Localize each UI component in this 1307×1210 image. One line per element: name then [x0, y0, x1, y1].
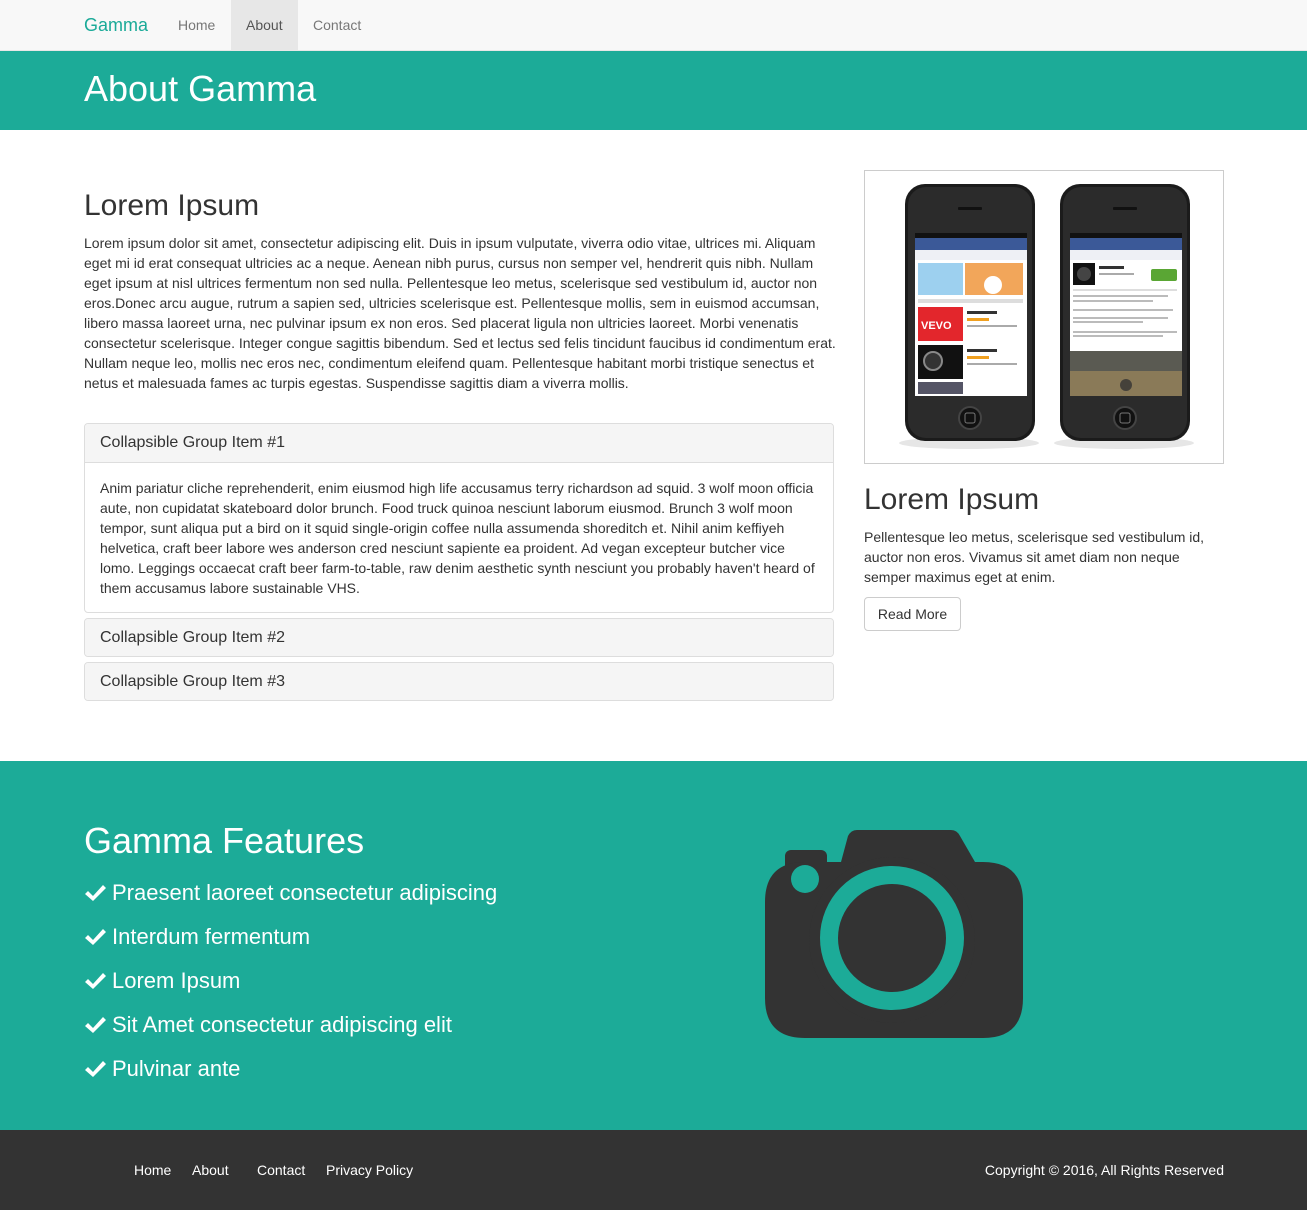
- feature-label: Interdum fermentum: [112, 924, 311, 949]
- main-title: Lorem Ipsum: [84, 189, 260, 222]
- copyright-text: Copyright © 2016, All Rights Reserved: [984, 1162, 1224, 1178]
- footer-link-contact[interactable]: Contact: [257, 1162, 305, 1178]
- feature-item: Lorem Ipsum: [84, 959, 497, 1003]
- feature-label: Lorem Ipsum: [112, 968, 241, 993]
- features-list: Praesent laoreet consectetur adipiscing …: [84, 871, 497, 1091]
- accordion-heading-2[interactable]: Collapsible Group Item #2: [85, 619, 833, 656]
- footer-link-home[interactable]: Home: [134, 1162, 171, 1178]
- read-more-button[interactable]: Read More: [864, 597, 961, 631]
- footer: Home About Contact Privacy Policy Copyri…: [0, 1130, 1307, 1210]
- phones-image: VEVO: [864, 170, 1224, 464]
- feature-item: Interdum fermentum: [84, 915, 497, 959]
- camera-icon: [765, 830, 1023, 1038]
- features-section: Gamma Features Praesent laoreet consecte…: [0, 761, 1307, 1130]
- main-paragraph: Lorem ipsum dolor sit amet, consectetur …: [84, 235, 836, 391]
- accordion-panel-2: Collapsible Group Item #2: [84, 618, 834, 657]
- page-header: About Gamma: [0, 51, 1307, 130]
- feature-item: Praesent laoreet consectetur adipiscing: [84, 871, 497, 915]
- check-icon: [85, 973, 106, 989]
- sidebar-paragraph: Pellentesque leo metus, scelerisque sed …: [864, 529, 1205, 585]
- accordion-panel-1: Collapsible Group Item #1 Anim pariatur …: [84, 423, 834, 613]
- sidebar-title: Lorem Ipsum: [864, 483, 1040, 516]
- navbar: Gamma Home About Contact: [0, 0, 1307, 51]
- accordion-body-1: Anim pariatur cliche reprehenderit, enim…: [85, 462, 833, 612]
- page-title: About Gamma: [84, 68, 317, 109]
- feature-label: Pulvinar ante: [112, 1056, 241, 1081]
- accordion-heading-1[interactable]: Collapsible Group Item #1: [85, 424, 833, 462]
- svg-text:VEVO: VEVO: [921, 320, 952, 332]
- feature-label: Sit Amet consectetur adipiscing elit: [112, 1012, 452, 1037]
- nav-about[interactable]: About: [231, 0, 298, 50]
- accordion-heading-3[interactable]: Collapsible Group Item #3: [85, 663, 833, 700]
- feature-item: Pulvinar ante: [84, 1047, 497, 1091]
- footer-link-privacy[interactable]: Privacy Policy: [326, 1162, 413, 1178]
- check-icon: [85, 1061, 106, 1077]
- features-title: Gamma Features: [84, 820, 365, 861]
- check-icon: [85, 929, 106, 945]
- feature-item: Sit Amet consectetur adipiscing elit: [84, 1003, 497, 1047]
- phones-illustration: VEVO: [899, 184, 1194, 449]
- nav-home[interactable]: Home: [163, 0, 230, 50]
- feature-label: Praesent laoreet consectetur adipiscing: [112, 880, 498, 905]
- brand-link[interactable]: Gamma: [84, 0, 148, 50]
- check-icon: [85, 1017, 106, 1033]
- check-icon: [85, 885, 106, 901]
- accordion-panel-3: Collapsible Group Item #3: [84, 662, 834, 701]
- nav-contact[interactable]: Contact: [298, 0, 376, 50]
- footer-link-about[interactable]: About: [192, 1162, 229, 1178]
